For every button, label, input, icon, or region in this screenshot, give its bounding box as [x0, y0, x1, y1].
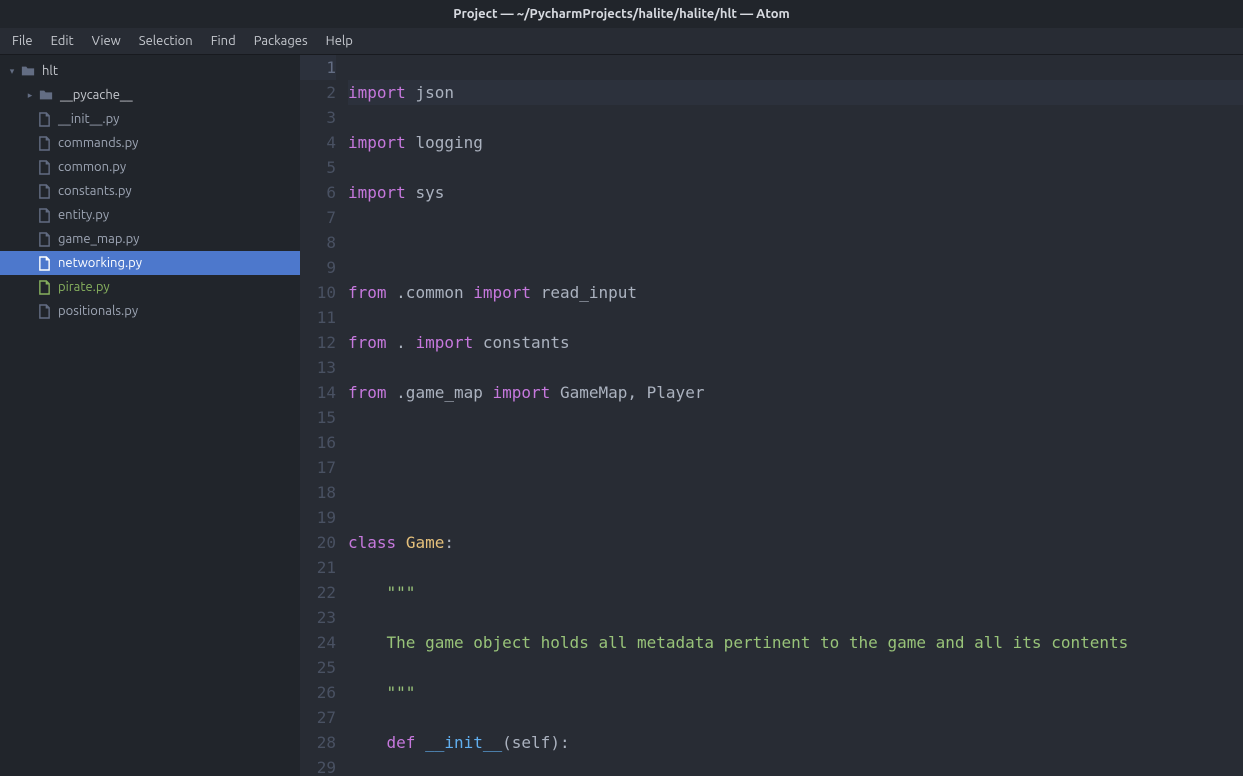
line-number[interactable]: 29	[300, 755, 336, 776]
tree-label: common.py	[58, 160, 126, 174]
code-line[interactable]: from .common import read_input	[348, 280, 1243, 305]
tree-view[interactable]: ▾ hlt ▸ __pycache__ __init__.py commands…	[0, 55, 300, 776]
window-title: Project — ~/PycharmProjects/halite/halit…	[453, 7, 790, 21]
tree-root-hlt[interactable]: ▾ hlt	[0, 59, 300, 83]
tree-file-networking[interactable]: networking.py	[0, 251, 300, 275]
tree-file-commands[interactable]: commands.py	[0, 131, 300, 155]
line-number[interactable]: 10	[300, 280, 336, 305]
line-number[interactable]: 20	[300, 530, 336, 555]
tree-label: __pycache__	[60, 88, 133, 102]
line-number[interactable]: 13	[300, 355, 336, 380]
line-number[interactable]: 28	[300, 730, 336, 755]
code-line[interactable]: import sys	[348, 180, 1243, 205]
line-number[interactable]: 22	[300, 580, 336, 605]
line-number[interactable]: 3	[300, 105, 336, 130]
file-icon	[36, 111, 52, 127]
menu-find[interactable]: Find	[203, 30, 244, 52]
code-content[interactable]: import json import logging import sys fr…	[348, 55, 1243, 776]
line-number[interactable]: 11	[300, 305, 336, 330]
tree-folder-pycache[interactable]: ▸ __pycache__	[0, 83, 300, 107]
line-number[interactable]: 5	[300, 155, 336, 180]
tree-label: hlt	[42, 64, 58, 78]
code-line[interactable]: The game object holds all metadata perti…	[348, 630, 1243, 655]
line-number[interactable]: 4	[300, 130, 336, 155]
tree-file-entity[interactable]: entity.py	[0, 203, 300, 227]
line-number[interactable]: 14	[300, 380, 336, 405]
line-number[interactable]: 19	[300, 505, 336, 530]
file-icon	[36, 303, 52, 319]
code-line[interactable]: from . import constants	[348, 330, 1243, 355]
file-icon	[36, 159, 52, 175]
tree-label: __init__.py	[58, 112, 119, 126]
line-number[interactable]: 24	[300, 630, 336, 655]
line-number[interactable]: 2	[300, 80, 336, 105]
menu-selection[interactable]: Selection	[131, 30, 201, 52]
line-number[interactable]: 25	[300, 655, 336, 680]
tree-label: pirate.py	[58, 280, 110, 294]
tree-label: networking.py	[58, 256, 142, 270]
tree-label: commands.py	[58, 136, 138, 150]
line-number[interactable]: 16	[300, 430, 336, 455]
line-number[interactable]: 6	[300, 180, 336, 205]
folder-icon	[20, 63, 36, 79]
line-number[interactable]: 9	[300, 255, 336, 280]
file-icon	[36, 207, 52, 223]
tree-file-pirate[interactable]: pirate.py	[0, 275, 300, 299]
chevron-down-icon[interactable]: ▾	[6, 65, 18, 77]
tree-file-init[interactable]: __init__.py	[0, 107, 300, 131]
file-icon	[36, 279, 52, 295]
editor[interactable]: 1234567891011121314151617181920212223242…	[300, 55, 1243, 776]
menubar: File Edit View Selection Find Packages H…	[0, 28, 1243, 55]
tree-file-gamemap[interactable]: game_map.py	[0, 227, 300, 251]
file-icon	[36, 255, 52, 271]
tree-file-positionals[interactable]: positionals.py	[0, 299, 300, 323]
line-number[interactable]: 12	[300, 330, 336, 355]
menu-edit[interactable]: Edit	[43, 30, 82, 52]
tree-label: positionals.py	[58, 304, 138, 318]
line-number[interactable]: 1	[300, 55, 336, 80]
gutter[interactable]: 1234567891011121314151617181920212223242…	[300, 55, 348, 776]
line-number[interactable]: 26	[300, 680, 336, 705]
code-line[interactable]: from .game_map import GameMap, Player	[348, 380, 1243, 405]
line-number[interactable]: 17	[300, 455, 336, 480]
titlebar: Project — ~/PycharmProjects/halite/halit…	[0, 0, 1243, 28]
menu-help[interactable]: Help	[318, 30, 361, 52]
tree-label: game_map.py	[58, 232, 139, 246]
menu-packages[interactable]: Packages	[246, 30, 316, 52]
line-number[interactable]: 27	[300, 705, 336, 730]
code-line[interactable]: """	[348, 580, 1243, 605]
code-line[interactable]	[348, 480, 1243, 505]
line-number[interactable]: 23	[300, 605, 336, 630]
main-area: ▾ hlt ▸ __pycache__ __init__.py commands…	[0, 55, 1243, 776]
line-number[interactable]: 15	[300, 405, 336, 430]
file-icon	[36, 231, 52, 247]
code-line[interactable]: """	[348, 680, 1243, 705]
tree-label: constants.py	[58, 184, 132, 198]
tree-label: entity.py	[58, 208, 109, 222]
folder-icon	[38, 87, 54, 103]
code-line[interactable]	[348, 230, 1243, 255]
line-number[interactable]: 8	[300, 230, 336, 255]
tree-file-common[interactable]: common.py	[0, 155, 300, 179]
tree-file-constants[interactable]: constants.py	[0, 179, 300, 203]
code-line[interactable]: class Game:	[348, 530, 1243, 555]
code-line[interactable]: import json	[348, 80, 1243, 105]
code-line[interactable]: def __init__(self):	[348, 730, 1243, 755]
line-number[interactable]: 21	[300, 555, 336, 580]
file-icon	[36, 135, 52, 151]
line-number[interactable]: 7	[300, 205, 336, 230]
code-line[interactable]	[348, 430, 1243, 455]
code-line[interactable]: import logging	[348, 130, 1243, 155]
line-number[interactable]: 18	[300, 480, 336, 505]
chevron-right-icon[interactable]: ▸	[24, 89, 36, 101]
menu-file[interactable]: File	[4, 30, 41, 52]
menu-view[interactable]: View	[84, 30, 129, 52]
file-icon	[36, 183, 52, 199]
